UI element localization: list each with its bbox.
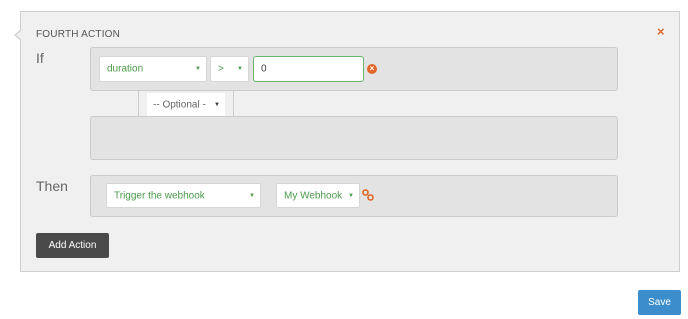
optional-select[interactable]: -- Optional - ▼ [147,93,225,116]
operator-select[interactable]: > ▼ [210,56,249,82]
action-panel: FOURTH ACTION × If duration ▼ > ▼ 0 × --… [14,11,680,272]
action-title: FOURTH ACTION [36,29,121,40]
panel-pointer-inner [16,30,22,40]
add-action-button[interactable]: Add Action [36,233,109,258]
link-icon[interactable] [362,189,374,201]
action-type-select[interactable]: Trigger the webhook ▼ [106,183,261,208]
save-button[interactable]: Save [638,290,681,315]
remove-condition-icon[interactable]: × [367,64,377,74]
caret-down-icon: ▼ [249,192,255,199]
optional-select-value: -- Optional - [153,99,206,110]
field-select[interactable]: duration ▼ [99,56,207,82]
if-label: If [36,50,44,66]
caret-down-icon: ▼ [195,66,201,72]
caret-down-icon: ▼ [237,66,243,72]
connector-right [233,90,235,116]
field-select-value: duration [107,63,144,75]
connector-left [138,90,140,116]
caret-down-icon: ▼ [214,101,220,108]
then-label: Then [36,178,68,194]
condition-value-text: 0 [261,63,267,75]
webhook-value: My Webhook [284,190,343,201]
action-type-value: Trigger the webhook [114,190,205,201]
webhook-select[interactable]: My Webhook ▼ [276,183,360,208]
operator-select-value: > [218,63,224,75]
caret-down-icon: ▼ [348,192,354,199]
condition-group-empty [90,116,618,160]
condition-value-input[interactable]: 0 [253,56,364,82]
close-icon[interactable]: × [657,24,665,39]
